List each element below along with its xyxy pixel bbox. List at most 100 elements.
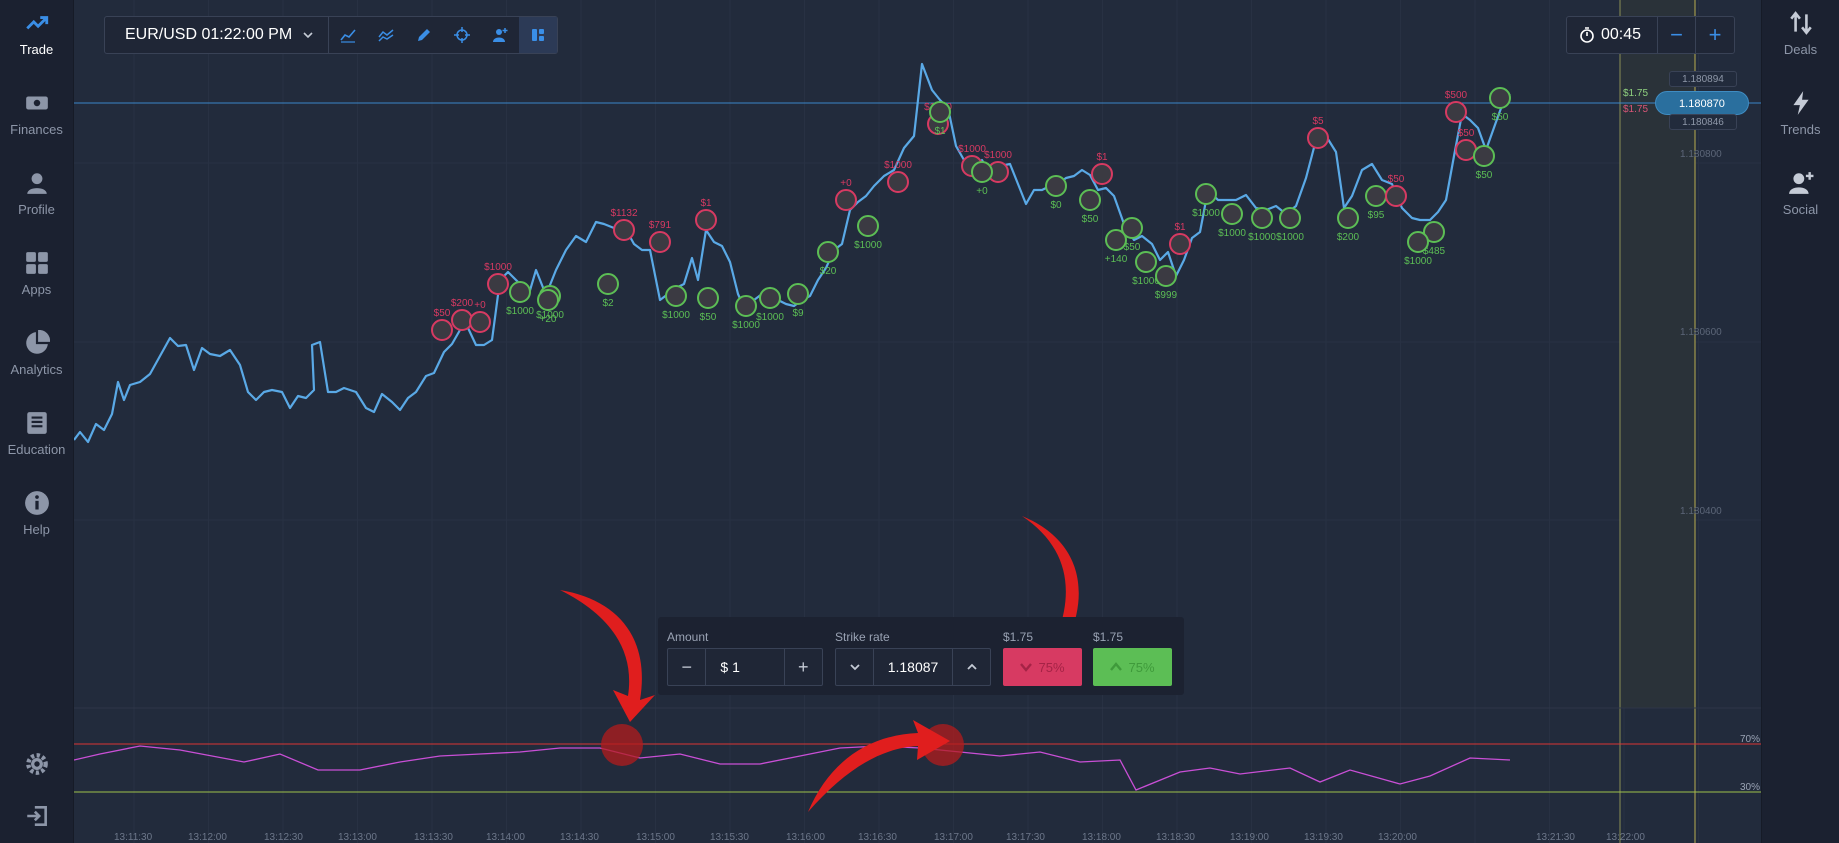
trade-amount-label: +0	[474, 300, 486, 311]
trade-amount-label: $50	[1388, 174, 1405, 185]
trade-amount-label: $5	[1312, 116, 1324, 127]
trade-amount-label: $500	[1445, 90, 1468, 101]
trader-avatar	[1121, 217, 1143, 239]
time-tick-label: 13:13:00	[338, 832, 377, 843]
timer-display[interactable]: 00:45	[1567, 17, 1658, 53]
trade-amount-label: $50	[700, 312, 717, 323]
nav-finances[interactable]: Finances	[0, 90, 73, 137]
rsi-upper-label: 70%	[1740, 734, 1761, 745]
trader-avatar	[1385, 185, 1407, 207]
nav-trade[interactable]: Trade	[0, 10, 73, 57]
asset-label: EUR/USD 01:22:00 PM	[125, 26, 293, 43]
social-trades-button[interactable]	[481, 17, 519, 53]
trader-avatar	[835, 189, 857, 211]
timer-increase-button[interactable]: +	[1696, 17, 1734, 53]
chart-area[interactable]: $50 $200 +0 $1000 $1000 $1000 +20 $2 $1132 $791 $1…	[74, 0, 1761, 843]
trade-amount-label: $1	[1096, 152, 1108, 163]
trader-avatar	[487, 273, 509, 295]
trade-bubble: $1	[695, 198, 717, 231]
time-tick-label: 13:17:00	[934, 832, 973, 843]
trade-bubble: $50	[1385, 174, 1407, 207]
timer-decrease-button[interactable]: −	[1658, 17, 1696, 53]
nav-apps[interactable]: Apps	[0, 250, 73, 297]
put-payout: $1.75	[1003, 630, 1034, 644]
trade-bubble: $5	[1307, 116, 1329, 149]
annotation-arrow	[560, 590, 655, 722]
trade-amount-label: $1000	[506, 306, 534, 317]
trader-avatar	[1221, 203, 1243, 225]
book-icon	[26, 412, 47, 434]
strike-decrease-button[interactable]	[836, 649, 873, 685]
nav-deals[interactable]: Deals	[1762, 10, 1839, 57]
strike-increase-button[interactable]	[953, 649, 990, 685]
add-user-icon	[493, 28, 508, 42]
amount-input[interactable]: $ 1	[705, 649, 785, 685]
strike-rate-input[interactable]: 1.18087	[873, 649, 953, 685]
time-tick-label: 13:17:30	[1006, 832, 1045, 843]
put-payout-label: $1.75	[1623, 104, 1649, 115]
trade-amount-label: $791	[649, 220, 672, 231]
amount-stepper: − $ 1 +	[667, 648, 823, 686]
trader-avatar	[1045, 175, 1067, 197]
crosshair-button[interactable]	[443, 17, 481, 53]
trade-panel: Amount − $ 1 + Strike rate 1.18087 $1.75…	[658, 617, 1184, 695]
trade-bubble: $50	[1079, 189, 1101, 225]
chart-type-button[interactable]	[329, 17, 367, 53]
trade-bubble: $1000	[1248, 207, 1276, 243]
put-button[interactable]: 75%	[1003, 648, 1082, 686]
price-chart[interactable]: $50$200 +0$1000$1000 $1000+20$2$1132$791$1…	[74, 0, 1761, 843]
time-tick-label: 13:16:30	[858, 832, 897, 843]
call-button[interactable]: 75%	[1093, 648, 1172, 686]
rsi-highlight-dot	[601, 724, 643, 766]
rsi-lower-label: 30%	[1740, 782, 1761, 793]
indicators-button[interactable]	[367, 17, 405, 53]
trader-avatar	[1155, 265, 1177, 287]
call-payout: $1.75	[1093, 630, 1124, 644]
nav-education[interactable]: Education	[0, 410, 73, 457]
trade-amount-label: $0	[1050, 200, 1062, 211]
trader-avatar	[1279, 207, 1301, 229]
nav-trends[interactable]: Trends	[1762, 90, 1839, 137]
nav-analytics[interactable]: Analytics	[0, 330, 73, 377]
trade-bubble: $1	[1091, 152, 1113, 185]
trader-avatar	[787, 283, 809, 305]
nav-help[interactable]: Help	[0, 490, 73, 537]
trader-avatar	[929, 101, 951, 123]
time-tick-label: 13:20:00	[1378, 832, 1417, 843]
user-icon	[26, 173, 47, 194]
trader-avatar	[469, 311, 491, 333]
time-tick-label: 13:15:00	[636, 832, 675, 843]
nav-social[interactable]: Social	[1762, 170, 1839, 217]
time-tick-label: 13:22:00	[1606, 832, 1645, 843]
trade-amount-label: $1000	[1248, 232, 1276, 243]
trade-amount-label: $50	[1492, 112, 1509, 123]
trade-amount-label: $200	[451, 298, 474, 309]
asset-selector[interactable]: EUR/USD 01:22:00 PM	[105, 17, 330, 53]
trade-bubble: $1	[1169, 222, 1191, 255]
nav-profile[interactable]: Profile	[0, 170, 73, 217]
trader-avatar	[759, 287, 781, 309]
amount-increase-button[interactable]: +	[785, 649, 822, 685]
trade-bubble: $50	[431, 308, 453, 341]
trader-avatar	[1445, 101, 1467, 123]
lightning-icon	[1792, 91, 1809, 115]
upper-price-tag: 1.180894	[1669, 71, 1737, 87]
time-tick-label: 13:12:00	[188, 832, 227, 843]
price-line	[74, 62, 1511, 444]
trader-avatar	[857, 215, 879, 237]
trade-bubble: +0	[835, 178, 857, 211]
trade-amount-label: $50	[1082, 214, 1099, 225]
nav-label: Profile	[18, 202, 55, 217]
logout-icon	[26, 806, 47, 826]
drawing-button[interactable]	[405, 17, 443, 53]
settings-button[interactable]	[0, 751, 73, 783]
trade-amount-label: +20	[540, 314, 557, 325]
logout-button[interactable]	[0, 803, 73, 835]
trade-bubble: $2	[597, 273, 619, 309]
nav-label: Apps	[21, 282, 52, 297]
amount-decrease-button[interactable]: −	[668, 649, 705, 685]
layout-button[interactable]	[519, 17, 558, 53]
trade-bubble: $1000	[1132, 251, 1160, 287]
apps-grid-icon	[25, 252, 48, 274]
trader-avatar	[451, 309, 473, 331]
